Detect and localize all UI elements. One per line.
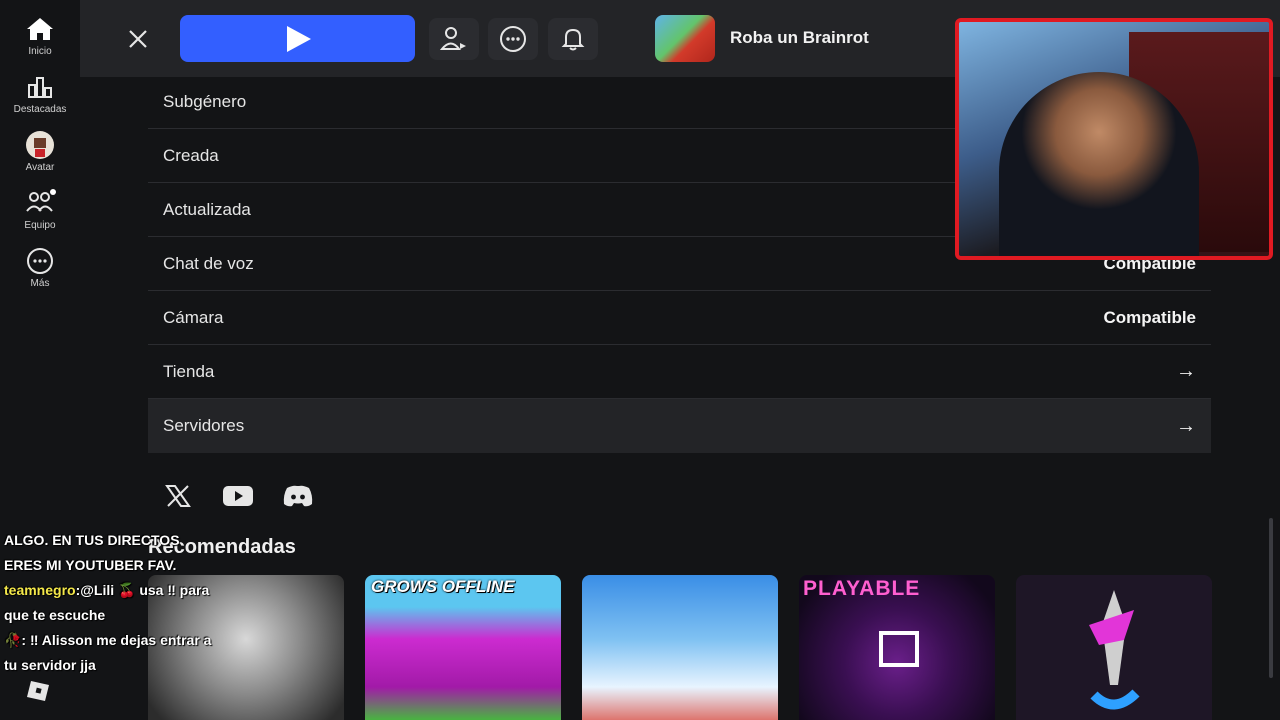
avatar-icon: [23, 130, 57, 160]
game-thumbnail[interactable]: [655, 15, 715, 62]
row-label: Servidores: [163, 416, 245, 435]
chat-icon: [500, 26, 526, 52]
play-button[interactable]: [180, 15, 415, 62]
chat-text: ERES MI YOUTUBER FAV.: [4, 557, 177, 573]
close-button[interactable]: [123, 24, 153, 54]
game-card-title: PLAYABLE: [803, 577, 921, 600]
youtube-icon: [223, 486, 253, 506]
discord-link[interactable]: [275, 480, 321, 512]
row-label: Actualizada: [163, 199, 251, 219]
game-card[interactable]: [1016, 575, 1212, 720]
row-servers[interactable]: Servidores →: [148, 399, 1211, 453]
game-card[interactable]: [582, 575, 778, 720]
chat-button[interactable]: [488, 18, 538, 60]
streamer-webcam: [955, 18, 1273, 260]
notification-button[interactable]: [548, 18, 598, 60]
nav-item-avatar[interactable]: Avatar: [0, 130, 80, 173]
social-links: [155, 480, 321, 512]
nav-label-charts: Destacadas: [13, 104, 67, 115]
nav-item-team[interactable]: Equipo: [0, 188, 80, 231]
chat-username: teamnegro: [4, 582, 76, 598]
chat-line: ALGO. EN TUS DIRECTOS: [4, 528, 264, 553]
nav-label-more: Más: [30, 278, 50, 289]
chat-text: que te escuche: [4, 607, 106, 623]
game-title: Roba un Brainrot: [730, 28, 869, 47]
nav-label-home: Inicio: [28, 46, 52, 57]
game-card[interactable]: GROWS OFFLINE: [365, 575, 561, 720]
row-label: Creada: [163, 145, 219, 165]
nav-item-home[interactable]: Inicio: [0, 14, 80, 57]
chat-text: 🥀: ‼ Alisson me dejas entrar a: [4, 632, 212, 648]
recommended-carousel: GROWS OFFLINE PLAYABLE: [148, 575, 1212, 720]
webcam-person: [999, 72, 1199, 256]
chat-line: 🥀: ‼ Alisson me dejas entrar a: [4, 628, 264, 653]
square-icon: [879, 631, 919, 667]
chat-text: :@Lili 🍒 usa ‼ para: [75, 582, 210, 598]
nav-label-avatar: Avatar: [25, 162, 55, 173]
app-window: Inicio Destacadas Avatar Equipo Más Roba…: [0, 0, 1280, 720]
chat-text: ALGO. EN TUS DIRECTOS: [4, 532, 180, 548]
chat-line: que te escuche: [4, 603, 264, 628]
game-card-title: GROWS OFFLINE: [371, 577, 515, 596]
knife-logo-icon: [1089, 590, 1140, 710]
discord-icon: [283, 485, 313, 507]
nav-label-team: Equipo: [24, 220, 56, 231]
x-link[interactable]: [155, 480, 201, 512]
chat-line: teamnegro:@Lili 🍒 usa ‼ para: [4, 578, 264, 603]
row-label: Tienda: [163, 361, 215, 381]
row-label: Subgénero: [163, 91, 247, 111]
game-card[interactable]: PLAYABLE: [799, 575, 995, 720]
stream-chat-overlay: ALGO. EN TUS DIRECTOS ERES MI YOUTUBER F…: [4, 528, 264, 678]
row-camera: Cámara Compatible: [148, 291, 1211, 345]
nav-item-charts[interactable]: Destacadas: [0, 72, 80, 115]
x-icon: [165, 485, 191, 507]
home-icon: [23, 14, 57, 44]
scrollbar-thumb[interactable]: [1269, 518, 1273, 678]
add-friend-icon: [439, 27, 466, 50]
notification-icon: [561, 28, 585, 51]
row-label: Chat de voz: [163, 253, 254, 273]
team-icon: [23, 188, 57, 218]
roblox-logo-icon: [27, 681, 49, 701]
chat-text: tu servidor jja: [4, 657, 96, 673]
play-icon: [286, 25, 311, 52]
arrow-right-icon: →: [1176, 360, 1196, 382]
more-icon: [23, 246, 57, 276]
close-icon: [129, 30, 147, 48]
chat-line: tu servidor jja: [4, 653, 264, 678]
chat-line: ERES MI YOUTUBER FAV.: [4, 553, 264, 578]
charts-icon: [23, 72, 57, 102]
arrow-right-icon: →: [1176, 414, 1196, 437]
youtube-link[interactable]: [215, 480, 261, 512]
add-friend-button[interactable]: [429, 18, 479, 60]
row-store[interactable]: Tienda →: [148, 345, 1211, 399]
nav-item-more[interactable]: Más: [0, 246, 80, 289]
row-label: Cámara: [163, 307, 224, 327]
row-value: Compatible: [1103, 307, 1196, 327]
